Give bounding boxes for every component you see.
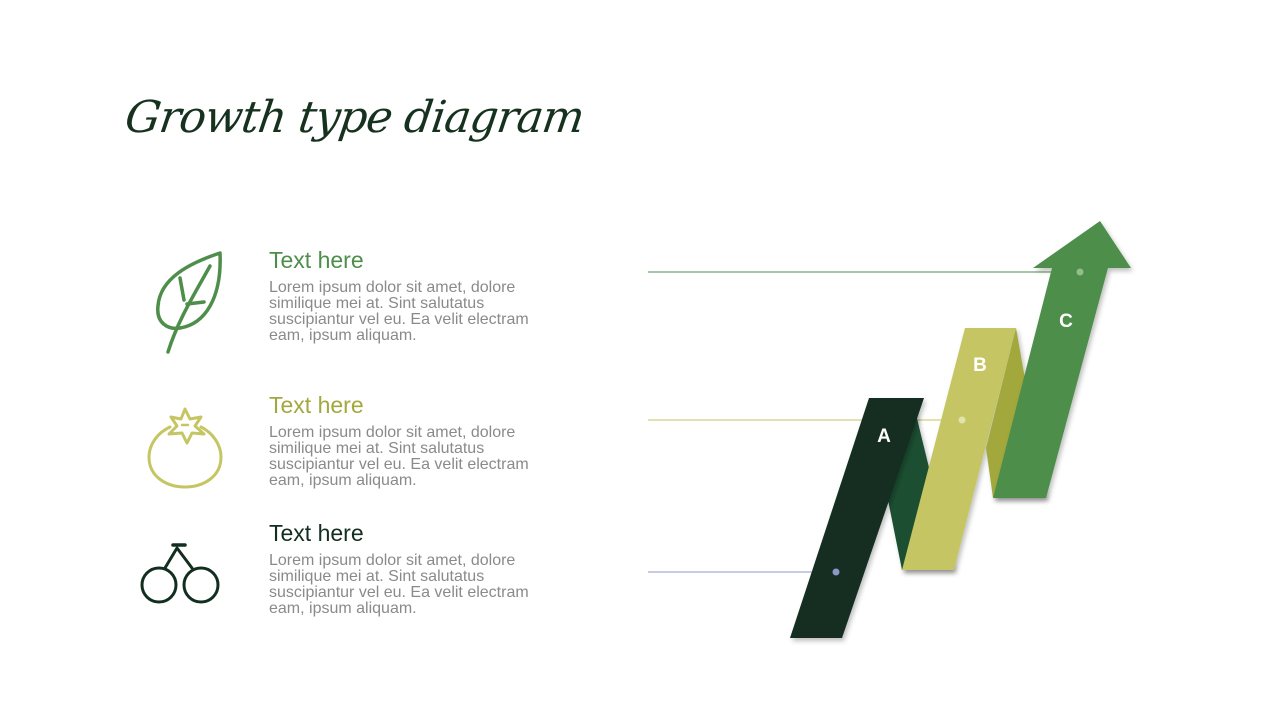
segment-d-back — [888, 398, 954, 570]
connector-dot-b — [958, 416, 966, 424]
segment-b — [902, 328, 1016, 570]
item-heading: Text here — [269, 392, 364, 418]
diagram-label-a: A — [877, 426, 891, 447]
connector-dot-c — [1076, 268, 1084, 276]
diagram-label-b: B — [973, 355, 987, 376]
item-body: Lorem ipsum dolor sit amet, dolore simil… — [269, 552, 529, 617]
segment-c-arrow — [993, 221, 1131, 498]
list-item: Text here Lorem ipsum dolor sit amet, do… — [269, 246, 559, 344]
cherry-icon — [140, 543, 220, 604]
item-body: Lorem ipsum dolor sit amet, dolore simil… — [269, 279, 529, 344]
connector-dot-a — [832, 568, 840, 576]
page-title: Growth type diagram — [122, 92, 587, 143]
item-body: Lorem ipsum dolor sit amet, dolore simil… — [269, 424, 529, 489]
segment-b-back — [986, 328, 1046, 498]
diagram-label-c: C — [1059, 311, 1073, 332]
tomato-icon — [147, 407, 223, 489]
list-item: Text here Lorem ipsum dolor sit amet, do… — [269, 519, 559, 617]
segment-a — [790, 398, 924, 638]
item-heading: Text here — [269, 247, 364, 273]
item-heading: Text here — [269, 520, 364, 546]
leaf-icon — [156, 251, 222, 354]
list-item: Text here Lorem ipsum dolor sit amet, do… — [269, 391, 559, 489]
